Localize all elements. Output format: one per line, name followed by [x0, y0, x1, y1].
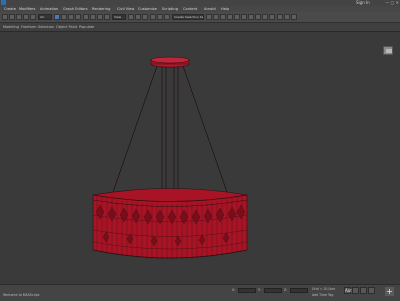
z-coordinate-field[interactable]: [290, 288, 308, 293]
auto-key-button[interactable]: Auto: [344, 287, 354, 294]
suspension-cables: [112, 65, 228, 193]
add-time-tag-button[interactable]: Add Time Tag: [312, 293, 333, 298]
grid-size-text: Grid = 10.0cm: [312, 287, 336, 291]
go-to-start-icon[interactable]: [352, 287, 359, 294]
ceiling-canopy: [150, 56, 190, 68]
add-button[interactable]: +: [385, 287, 394, 296]
go-to-end-icon[interactable]: [368, 287, 375, 294]
play-animation-icon[interactable]: [360, 287, 367, 294]
status-bar: Welcome to MAXScript. X: Y: Z: Grid = 10…: [0, 284, 400, 301]
crystal-drum: [92, 188, 248, 259]
y-coordinate-field[interactable]: [264, 288, 282, 293]
z-coordinate-label: Z:: [284, 288, 288, 292]
chandelier-model[interactable]: [0, 0, 400, 300]
viewcube-face-icon[interactable]: [386, 49, 392, 53]
y-coordinate-label: Y:: [258, 288, 261, 292]
viewcube[interactable]: [383, 46, 393, 55]
maxscript-listener-text[interactable]: Welcome to MAXScript.: [3, 293, 40, 298]
x-coordinate-label: X:: [232, 288, 236, 292]
x-coordinate-field[interactable]: [238, 288, 256, 293]
